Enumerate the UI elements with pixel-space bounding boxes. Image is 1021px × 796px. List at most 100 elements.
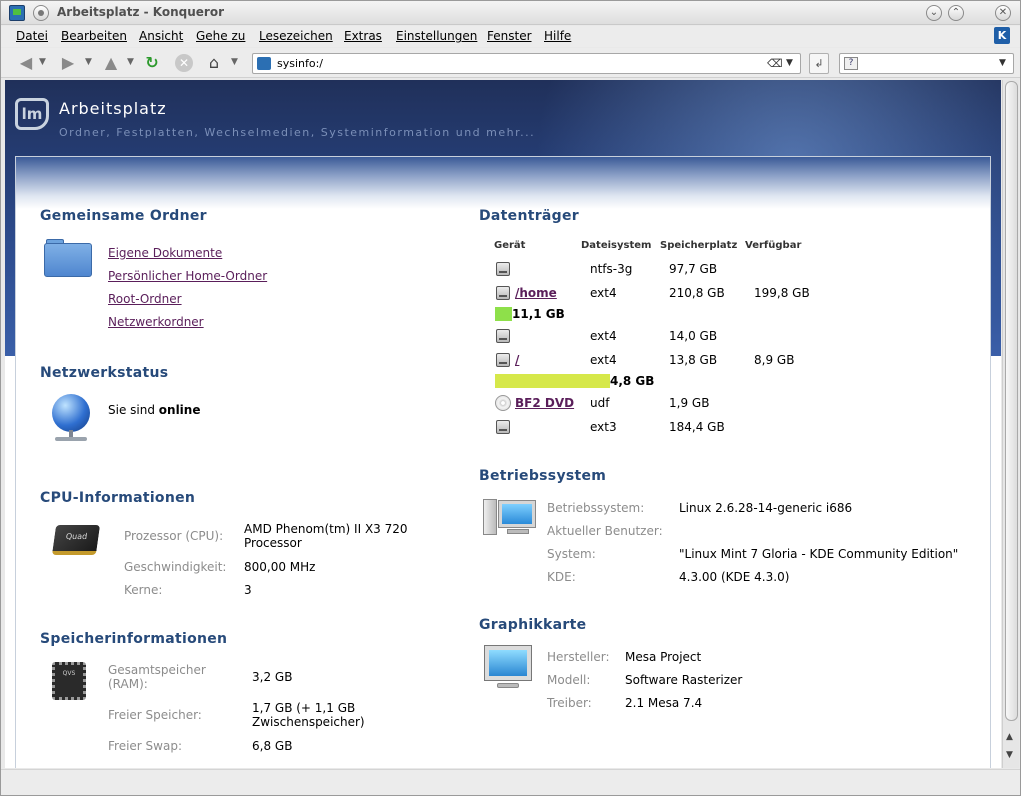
drive-link-root[interactable]: / (515, 353, 519, 367)
minimize-icon: ⌄ (929, 7, 939, 18)
minimize-button[interactable]: ⌄ (926, 5, 942, 21)
up-arrow-icon[interactable]: ▲ (100, 53, 122, 73)
network-status-prefix: Sie sind (108, 403, 159, 417)
maximize-button[interactable]: ⌃ (948, 5, 964, 21)
folder-body (44, 243, 92, 277)
up-dropdown[interactable]: ▼ (127, 57, 134, 67)
clear-location-icon[interactable]: ⌫ (767, 57, 783, 70)
hard-disk-icon[interactable] (496, 353, 510, 367)
reload-icon[interactable]: ↻ (141, 53, 163, 73)
location-history-dropdown[interactable]: ▼ (786, 58, 793, 68)
system-label: System: (547, 547, 596, 561)
sysinfo-icon (257, 57, 271, 70)
system-value: "Linux Mint 7 Gloria - KDE Community Edi… (679, 547, 959, 561)
free-swap-value: 6,8 GB (252, 739, 293, 753)
network-title: Netzwerkstatus (40, 365, 169, 381)
hard-disk-icon[interactable] (496, 286, 510, 300)
drive-usage-bar-home (495, 307, 512, 321)
drive-size: 1,9 GB (669, 396, 710, 410)
drive-fs: ext3 (590, 420, 617, 434)
drives-header-free: Verfügbar (745, 240, 802, 251)
free-swap-label: Freier Swap: (108, 739, 182, 753)
drive-used-root: 4,8 GB (610, 374, 655, 388)
menu-bearbeiten[interactable]: Bearbeiten (61, 29, 127, 43)
stop-icon[interactable]: ✕ (175, 54, 193, 72)
cd-icon[interactable] (495, 395, 511, 411)
driver-label: Treiber: (547, 696, 592, 710)
menu-fenster[interactable]: Fenster (487, 29, 532, 43)
page-content[interactable]: lm Arbeitsplatz Ordner, Festplatten, Wec… (5, 80, 1001, 768)
drive-size: 13,8 GB (669, 353, 718, 367)
forward-history-dropdown[interactable]: ▼ (85, 57, 92, 67)
drive-free: 8,9 GB (754, 353, 795, 367)
network-status-text: Sie sind online (108, 403, 200, 417)
model-label: Modell: (547, 673, 591, 687)
url-input[interactable]: sysinfo:/ (277, 57, 323, 70)
menu-bar: Datei Bearbeiten Ansicht Gehe zu Lesezei… (1, 26, 1020, 47)
back-arrow-icon[interactable]: ◀ (15, 53, 37, 73)
drive-usage-bar-root (495, 374, 610, 388)
search-bar[interactable]: ? ▼ (839, 53, 1014, 74)
os-title: Betriebssystem (479, 468, 607, 484)
drives-title: Datenträger (479, 208, 579, 224)
link-eigene-dokumente[interactable]: Eigene Dokumente (108, 246, 222, 260)
drive-fs: ext4 (590, 286, 617, 300)
hard-disk-icon[interactable] (496, 329, 510, 343)
menu-extras[interactable]: Extras (344, 29, 382, 43)
driver-value: 2.1 Mesa 7.4 (625, 696, 703, 710)
os-label: Betriebssystem: (547, 501, 645, 515)
drive-used-home: 11,1 GB (512, 307, 565, 321)
drive-size: 184,4 GB (669, 420, 725, 434)
search-provider-icon[interactable]: ? (844, 57, 858, 70)
scroll-down-icon[interactable]: ▼ (1006, 750, 1013, 760)
folder-icon (44, 239, 92, 277)
free-memory-label: Freier Speicher: (108, 708, 202, 722)
menu-datei[interactable]: Datei (16, 29, 48, 43)
drive-free: 199,8 GB (754, 286, 810, 300)
menu-lesezeichen[interactable]: Lesezeichen (259, 29, 333, 43)
monitor-base (497, 683, 519, 688)
scroll-up-icon[interactable]: ▲ (1006, 732, 1013, 742)
drive-link-dvd[interactable]: BF2 DVD (515, 396, 574, 410)
back-history-dropdown[interactable]: ▼ (39, 57, 46, 67)
close-icon: ✕ (998, 7, 1008, 18)
cpu-label: Prozessor (CPU): (124, 529, 224, 543)
menu-gehe-zu[interactable]: Gehe zu (196, 29, 245, 43)
drive-link-home[interactable]: /home (515, 286, 557, 300)
home-dropdown[interactable]: ▼ (231, 57, 238, 67)
forward-arrow-icon[interactable]: ▶ (57, 53, 79, 73)
menu-ansicht[interactable]: Ansicht (139, 29, 183, 43)
close-button[interactable]: ✕ (995, 5, 1011, 21)
computer-screen (498, 500, 536, 528)
link-netzwerkordner[interactable]: Netzwerkordner (108, 315, 204, 329)
konqueror-app-icon[interactable] (9, 5, 25, 21)
go-button[interactable]: ↲ (809, 53, 829, 74)
vertical-scrollbar[interactable]: ▲ ▼ (1002, 80, 1019, 768)
menu-einstellungen[interactable]: Einstellungen (396, 29, 477, 43)
menu-hilfe[interactable]: Hilfe (544, 29, 571, 43)
search-dropdown[interactable]: ▼ (999, 58, 1006, 68)
kde-logo-icon: K (994, 27, 1010, 44)
info-panel: Gemeinsame Ordner Eigene Dokumente Persö… (15, 156, 991, 768)
drive-fs: ntfs-3g (590, 262, 633, 276)
location-bar[interactable]: sysinfo:/ ⌫ ▼ (252, 53, 801, 74)
memory-title: Speicherinformationen (40, 631, 228, 647)
graphics-title: Graphikkarte (479, 617, 587, 633)
network-status-value: online (158, 403, 201, 417)
pin-icon[interactable] (33, 5, 49, 21)
link-home-ordner[interactable]: Persönlicher Home-Ordner (108, 269, 267, 283)
memory-chip-icon: QVS (52, 662, 86, 700)
total-memory-value: 3,2 GB (252, 670, 293, 684)
computer-icon (483, 497, 536, 539)
title-bar[interactable]: Arbeitsplatz - Konqueror ⌄ ⌃ ✕ (1, 1, 1020, 25)
speed-label: Geschwindigkeit: (124, 560, 227, 574)
kde-value: 4.3.00 (KDE 4.3.0) (679, 570, 790, 584)
drive-size: 14,0 GB (669, 329, 718, 343)
shared-folders-title: Gemeinsame Ordner (40, 208, 207, 224)
hard-disk-icon[interactable] (496, 420, 510, 434)
monitor-screen (484, 645, 532, 681)
scrollbar-thumb[interactable] (1005, 81, 1018, 721)
link-root-ordner[interactable]: Root-Ordner (108, 292, 182, 306)
home-icon[interactable]: ⌂ (203, 53, 225, 73)
hard-disk-icon[interactable] (496, 262, 510, 276)
